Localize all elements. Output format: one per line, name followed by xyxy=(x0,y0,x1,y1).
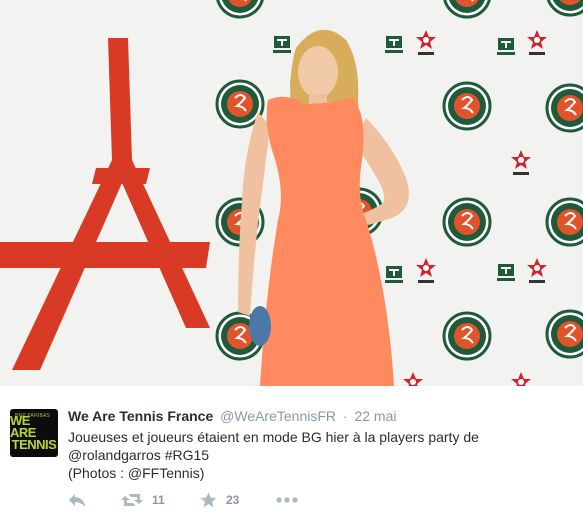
photo-scene xyxy=(0,0,583,386)
tweet-timestamp[interactable]: 22 mai xyxy=(354,408,396,424)
account-handle[interactable]: @WeAreTennisFR xyxy=(220,408,336,424)
avatar-sponsor: BNP PARIBAS xyxy=(15,413,51,419)
more-dots-icon xyxy=(276,497,298,503)
header-separator: · xyxy=(342,408,348,424)
retweet-count: 11 xyxy=(152,493,165,507)
mention-link[interactable]: @rolandgarros xyxy=(68,447,161,463)
credits-close: ) xyxy=(199,465,205,481)
tweet-photo[interactable] xyxy=(0,0,583,386)
hashtag-link[interactable]: #RG15 xyxy=(165,447,209,463)
tweet-text-line1: Joueuses et joueurs étaient en mode BG h… xyxy=(68,429,479,445)
avatar[interactable]: BNP PARIBAS WE ARE TENNIS xyxy=(10,409,58,457)
avatar-line-2: TENNIS xyxy=(11,437,57,452)
favorite-count: 23 xyxy=(226,493,240,507)
account-name[interactable]: We Are Tennis France xyxy=(68,408,213,424)
favorite-button[interactable]: 23 xyxy=(200,490,239,510)
tweet-actions: 11 23 xyxy=(68,490,368,510)
reply-icon xyxy=(69,494,85,507)
credits-open: (Photos : xyxy=(68,465,128,481)
tweet-header: We Are Tennis France @WeAreTennisFR · 22… xyxy=(68,408,397,424)
more-button[interactable] xyxy=(276,490,298,510)
reply-button[interactable] xyxy=(68,490,86,510)
tweet-card: BNP PARIBAS WE ARE TENNIS We Are Tennis … xyxy=(0,0,583,522)
retweet-icon xyxy=(121,494,143,506)
retweet-button[interactable]: 11 xyxy=(121,490,165,510)
credits-mention-link[interactable]: @FFTennis xyxy=(128,465,200,481)
tweet-text: Joueuses et joueurs étaient en mode BG h… xyxy=(68,428,568,482)
star-icon xyxy=(200,492,217,507)
